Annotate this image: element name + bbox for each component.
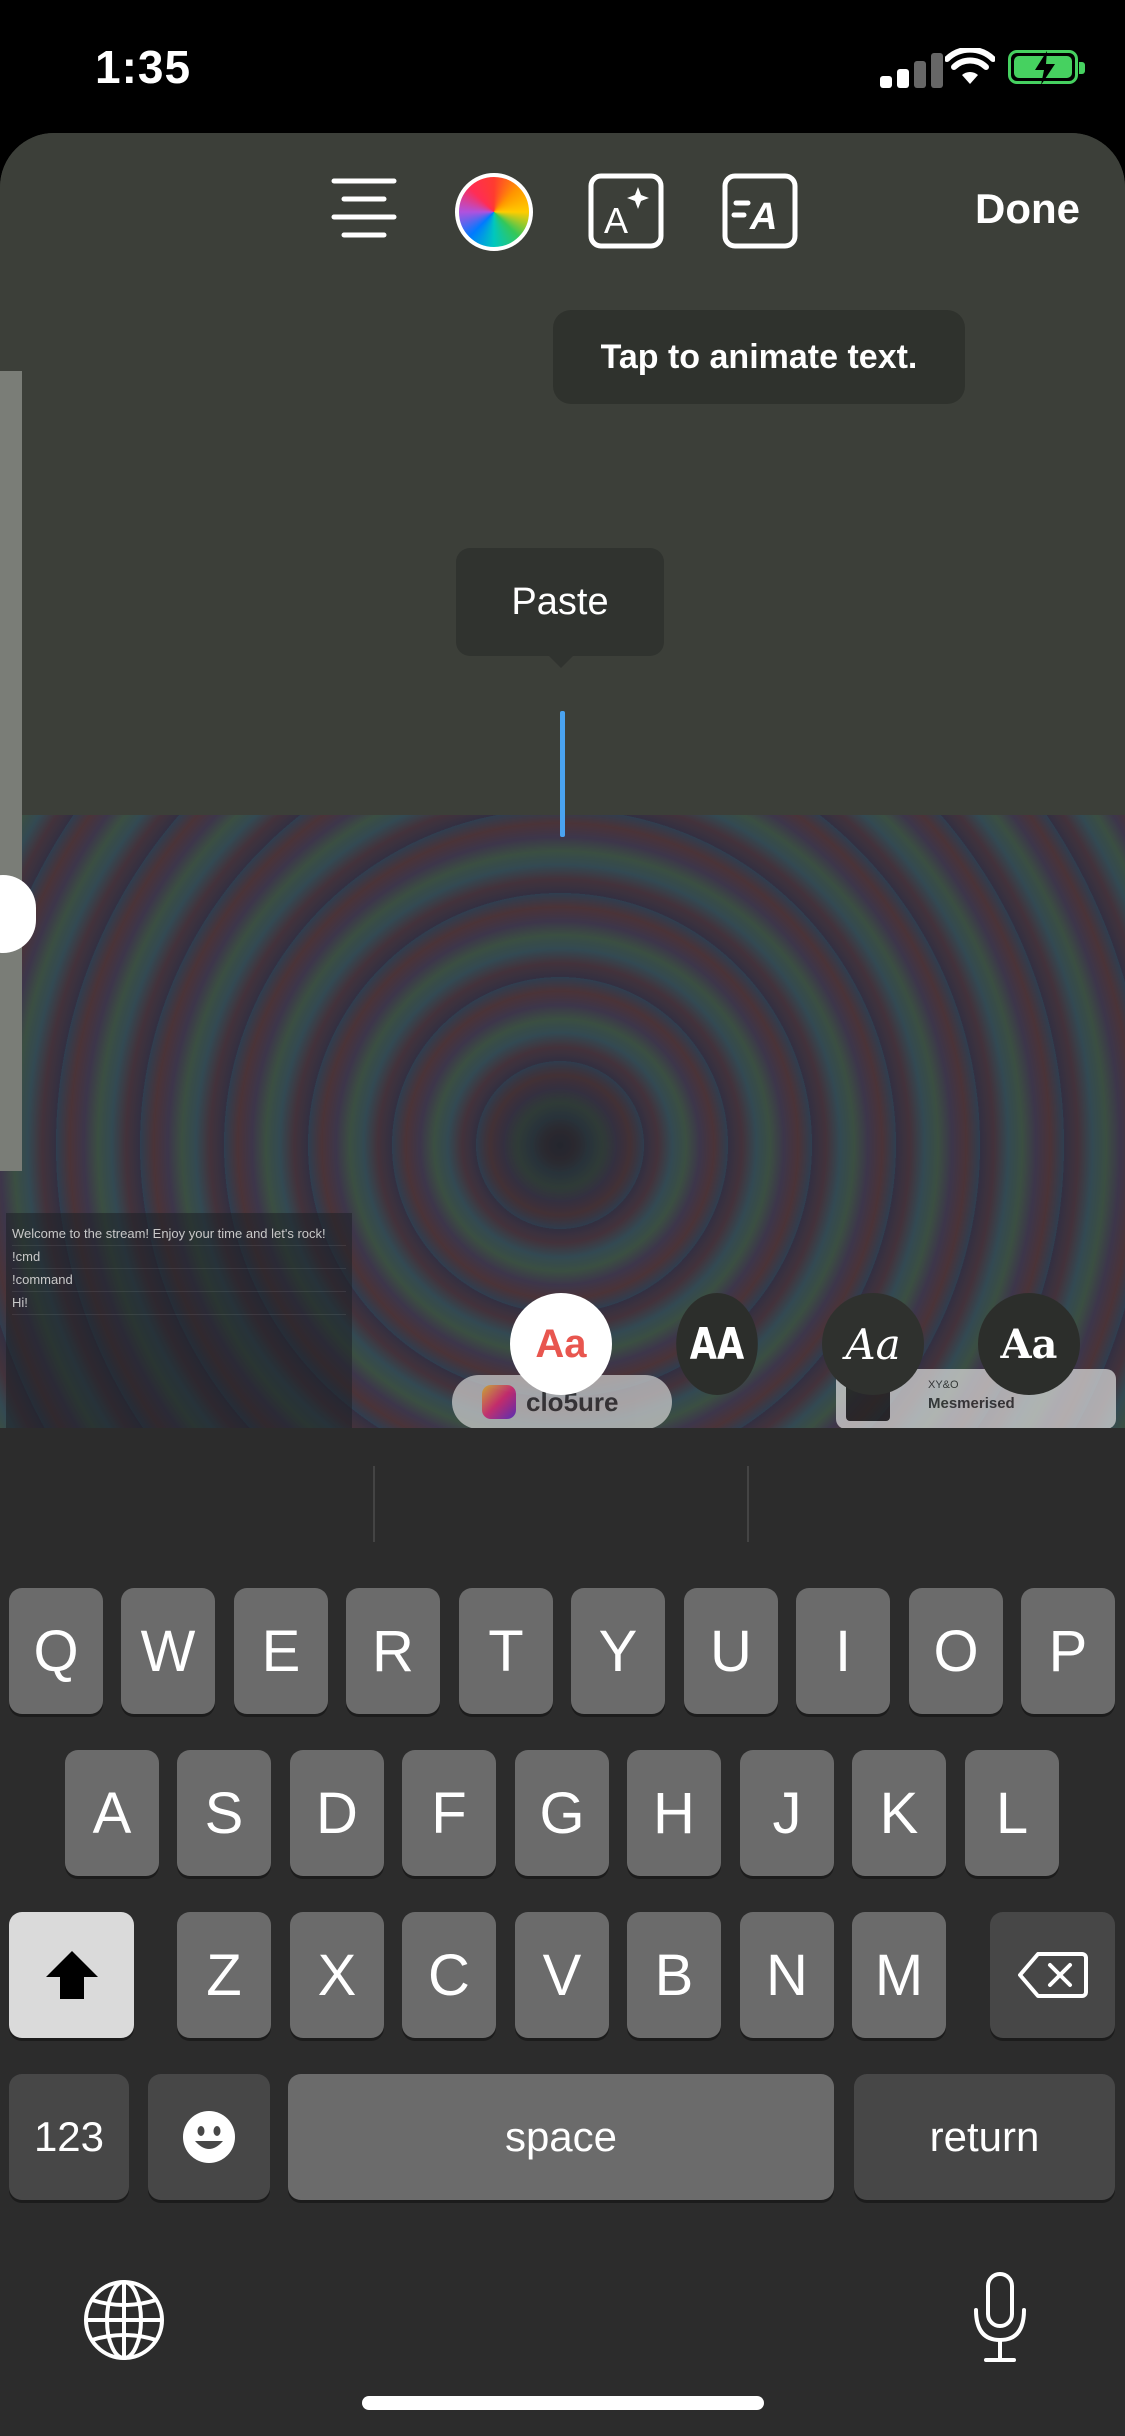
emoji-key[interactable]	[148, 2074, 270, 2200]
prediction-divider	[373, 1466, 375, 1542]
font-style-strong[interactable]: AA	[676, 1293, 758, 1395]
paste-callout-arrow	[547, 654, 575, 668]
svg-text:A: A	[749, 196, 777, 238]
key-y[interactable]: Y	[571, 1588, 665, 1714]
chat-line: !cmd	[12, 1246, 346, 1269]
key-q[interactable]: Q	[9, 1588, 103, 1714]
home-indicator[interactable]	[362, 2396, 764, 2410]
key-i[interactable]: I	[796, 1588, 890, 1714]
cellular-signal-icon	[880, 52, 950, 88]
key-o[interactable]: O	[909, 1588, 1003, 1714]
key-p[interactable]: P	[1021, 1588, 1115, 1714]
chat-line: Welcome to the stream! Enjoy your time a…	[12, 1223, 346, 1246]
key-x[interactable]: X	[290, 1912, 384, 2038]
key-j[interactable]: J	[740, 1750, 834, 1876]
space-key[interactable]: space	[288, 2074, 834, 2200]
instagram-icon	[482, 1385, 516, 1419]
key-k[interactable]: K	[852, 1750, 946, 1876]
emoji-icon	[183, 2111, 235, 2163]
text-animate-icon[interactable]: A	[722, 173, 798, 249]
battery-charging-icon	[1008, 50, 1085, 85]
globe-icon[interactable]	[82, 2278, 166, 2362]
return-key[interactable]: return	[854, 2074, 1115, 2200]
text-cursor	[560, 711, 565, 837]
key-w[interactable]: W	[121, 1588, 215, 1714]
song-title: Mesmerised	[928, 1395, 1015, 1412]
key-m[interactable]: M	[852, 1912, 946, 2038]
done-button[interactable]: Done	[975, 185, 1080, 233]
text-effect-sparkle-icon[interactable]: A	[588, 173, 664, 249]
shift-key[interactable]	[9, 1912, 134, 2038]
chat-line: !command	[12, 1269, 346, 1292]
status-bar: 1:35	[0, 0, 1125, 135]
backspace-key[interactable]	[990, 1912, 1115, 2038]
numbers-key[interactable]: 123	[9, 2074, 129, 2200]
chat-line: Hi!	[12, 1292, 346, 1315]
paste-button[interactable]: Paste	[456, 548, 664, 656]
key-u[interactable]: U	[684, 1588, 778, 1714]
color-wheel-icon[interactable]	[455, 173, 533, 251]
status-time: 1:35	[95, 41, 192, 93]
font-style-typewriter[interactable]: Aa	[978, 1293, 1080, 1395]
key-z[interactable]: Z	[177, 1912, 271, 2038]
key-g[interactable]: G	[515, 1750, 609, 1876]
key-v[interactable]: V	[515, 1912, 609, 2038]
svg-text:A: A	[604, 200, 628, 241]
font-style-classic[interactable]: Aa	[510, 1293, 612, 1395]
key-r[interactable]: R	[346, 1588, 440, 1714]
song-artist: XY&O	[928, 1379, 959, 1391]
text-size-slider-track[interactable]	[0, 371, 22, 1171]
animate-text-tooltip: Tap to animate text.	[553, 310, 965, 404]
microphone-icon[interactable]	[970, 2270, 1030, 2366]
text-align-center-icon[interactable]	[330, 175, 398, 243]
key-a[interactable]: A	[65, 1750, 159, 1876]
stream-chat-overlay: Welcome to the stream! Enjoy your time a…	[6, 1213, 352, 1428]
keyboard: Q W E R T Y U I O P A S D F G H J K L Z …	[0, 1428, 1125, 2436]
key-h[interactable]: H	[627, 1750, 721, 1876]
key-d[interactable]: D	[290, 1750, 384, 1876]
backspace-icon	[1017, 1952, 1088, 1998]
prediction-divider	[747, 1466, 749, 1542]
key-b[interactable]: B	[627, 1912, 721, 2038]
key-e[interactable]: E	[234, 1588, 328, 1714]
wifi-icon	[945, 48, 995, 84]
key-c[interactable]: C	[402, 1912, 496, 2038]
key-n[interactable]: N	[740, 1912, 834, 2038]
story-text-editor: Welcome to the stream! Enjoy your time a…	[0, 133, 1125, 1428]
key-s[interactable]: S	[177, 1750, 271, 1876]
shift-arrow-icon	[45, 1951, 98, 1999]
key-t[interactable]: T	[459, 1588, 553, 1714]
key-f[interactable]: F	[402, 1750, 496, 1876]
key-l[interactable]: L	[965, 1750, 1059, 1876]
font-style-script[interactable]: Aa	[822, 1293, 924, 1395]
